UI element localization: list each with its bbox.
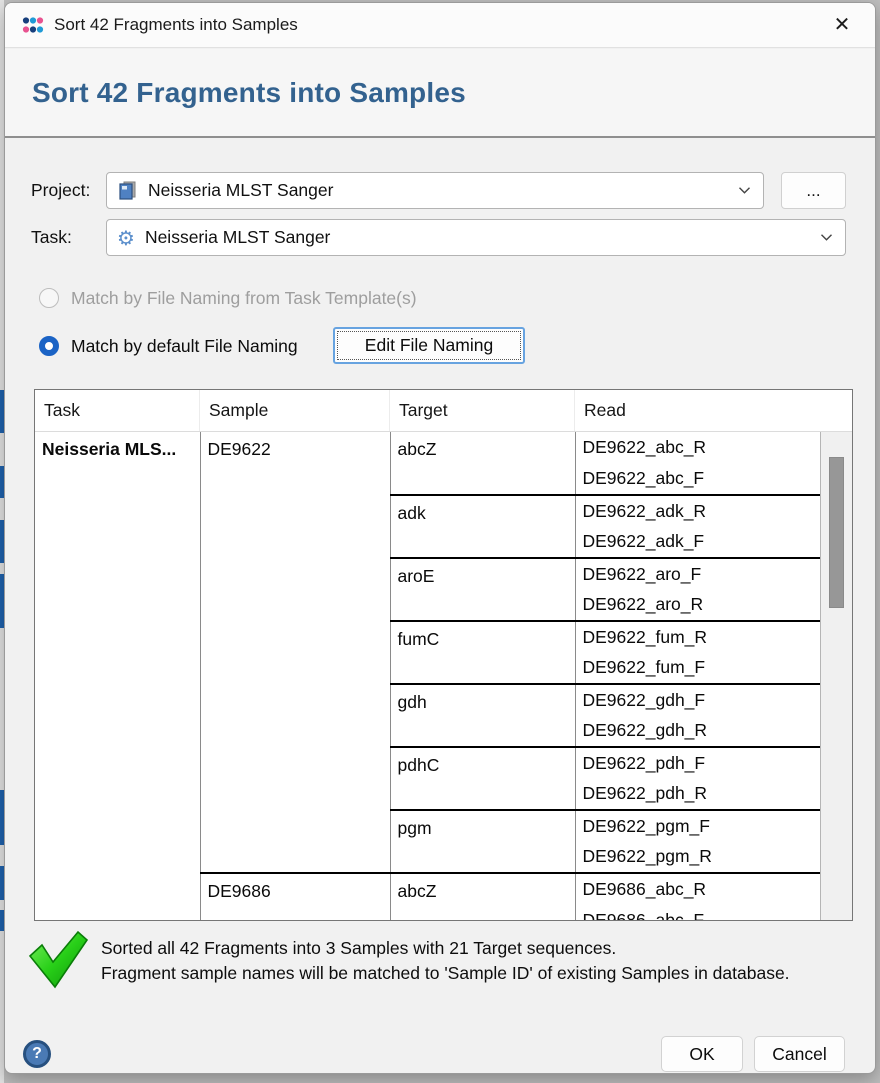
read-cell: DE9622_pdh_F — [575, 747, 820, 779]
project-icon — [117, 180, 138, 201]
success-check-icon — [25, 929, 91, 991]
table-row[interactable]: Neisseria MLS...DE9622abcZDE9622_abc_R — [35, 432, 820, 464]
radio-template-label: Match by File Naming from Task Template(… — [71, 288, 417, 309]
target-cell: aroE — [390, 558, 575, 621]
task-label: Task: — [31, 219, 72, 256]
radio-default-label: Match by default File Naming — [71, 336, 298, 357]
target-cell: pgm — [390, 810, 575, 873]
app-dots-icon — [21, 13, 45, 37]
chevron-down-icon — [820, 233, 833, 242]
gear-icon: ⚙ — [117, 228, 135, 248]
page-title: Sort 42 Fragments into Samples — [32, 77, 466, 109]
fragments-table: Task Sample Target Read Neisseria MLS...… — [34, 389, 853, 921]
status-line-1: Sorted all 42 Fragments into 3 Samples w… — [101, 936, 790, 961]
read-cell: DE9622_gdh_F — [575, 684, 820, 716]
column-header-read[interactable]: Read — [575, 390, 820, 431]
read-cell: DE9622_adk_R — [575, 495, 820, 527]
read-cell: DE9622_abc_R — [575, 432, 820, 464]
status-line-2: Fragment sample names will be matched to… — [101, 961, 790, 986]
target-cell: adk — [390, 495, 575, 558]
sample-cell: DE9686 — [200, 873, 390, 920]
column-header-task[interactable]: Task — [35, 390, 200, 431]
task-dropdown[interactable]: ⚙ Neisseria MLST Sanger — [106, 219, 846, 256]
target-cell: abcZ — [390, 432, 575, 495]
read-cell: DE9686_abc_F — [575, 905, 820, 921]
scrollbar-thumb[interactable] — [829, 457, 844, 608]
title-bar: Sort 42 Fragments into Samples ✕ — [5, 3, 875, 48]
read-cell: DE9622_pgm_R — [575, 842, 820, 874]
task-value: Neisseria MLST Sanger — [145, 227, 330, 248]
chevron-down-icon — [738, 186, 751, 195]
radio-selected-icon[interactable] — [39, 336, 59, 356]
radio-match-default[interactable]: Match by default File Naming — [39, 335, 298, 357]
sort-fragments-dialog: Sort 42 Fragments into Samples ✕ Sort 42… — [4, 2, 876, 1074]
target-cell: fumC — [390, 621, 575, 684]
close-icon[interactable]: ✕ — [827, 10, 857, 40]
project-value: Neisseria MLST Sanger — [148, 180, 333, 201]
read-cell: DE9622_abc_F — [575, 464, 820, 496]
read-cell: DE9622_adk_F — [575, 527, 820, 559]
vertical-scrollbar[interactable] — [820, 432, 852, 920]
read-cell: DE9686_abc_R — [575, 873, 820, 905]
radio-match-template: Match by File Naming from Task Template(… — [39, 287, 417, 309]
task-cell: Neisseria MLS... — [35, 432, 200, 920]
cancel-button[interactable]: Cancel — [754, 1036, 845, 1072]
ok-button[interactable]: OK — [661, 1036, 743, 1072]
read-cell: DE9622_pdh_R — [575, 779, 820, 811]
edit-file-naming-button[interactable]: Edit File Naming — [333, 327, 525, 364]
help-icon[interactable]: ? — [23, 1040, 51, 1068]
read-cell: DE9622_pgm_F — [575, 810, 820, 842]
read-cell: DE9622_aro_R — [575, 590, 820, 622]
radio-off-icon — [39, 288, 59, 308]
project-label: Project: — [31, 172, 90, 209]
window-title: Sort 42 Fragments into Samples — [54, 15, 298, 35]
column-header-target[interactable]: Target — [390, 390, 575, 431]
read-cell: DE9622_gdh_R — [575, 716, 820, 748]
read-cell: DE9622_aro_F — [575, 558, 820, 590]
table-body: Neisseria MLS...DE9622abcZDE9622_abc_RDE… — [35, 432, 820, 920]
target-cell: gdh — [390, 684, 575, 747]
read-cell: DE9622_fum_R — [575, 621, 820, 653]
table-header: Task Sample Target Read — [35, 390, 852, 432]
target-cell: abcZ — [390, 873, 575, 920]
column-header-sample[interactable]: Sample — [200, 390, 390, 431]
dialog-header: Sort 42 Fragments into Samples — [5, 49, 875, 138]
status-message: Sorted all 42 Fragments into 3 Samples w… — [101, 936, 790, 985]
project-dropdown[interactable]: Neisseria MLST Sanger — [106, 172, 764, 209]
read-cell: DE9622_fum_F — [575, 653, 820, 685]
browse-project-button[interactable]: ... — [781, 172, 846, 209]
sample-cell: DE9622 — [200, 432, 390, 873]
target-cell: pdhC — [390, 747, 575, 810]
